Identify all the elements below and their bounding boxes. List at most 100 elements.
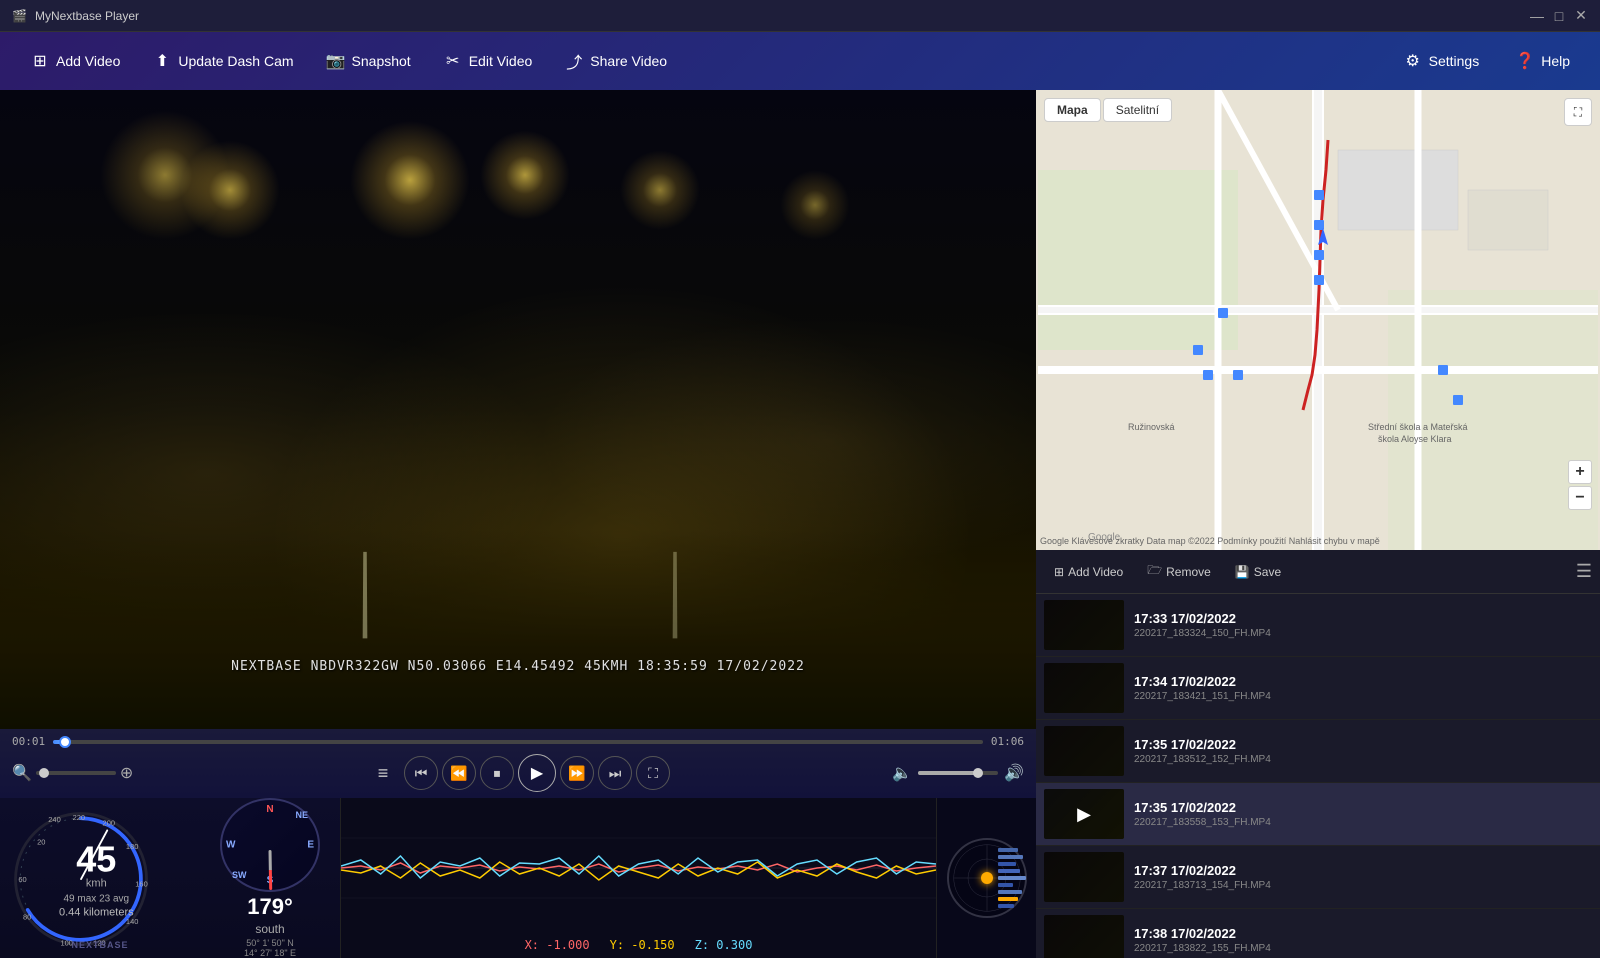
video-area: NEXTBASE NBDVR322GW N50.03066 E14.45492 … [0, 90, 1036, 729]
list-add-video-button[interactable]: ⊞ Add Video [1044, 561, 1133, 583]
video-list: ⊞ Add Video 🗁 Remove 💾 Save ☰ [1036, 550, 1600, 958]
compass-west: W [226, 840, 235, 851]
volume-icon[interactable]: 🔈 [892, 763, 912, 783]
video-thumb-dark-0 [1044, 600, 1124, 650]
main-content: NEXTBASE NBDVR322GW N50.03066 E14.45492 … [0, 90, 1600, 958]
video-info-0: 17:33 17/02/2022 220217_183324_150_FH.MP… [1134, 611, 1592, 639]
video-list-item-3[interactable]: ▶ 17:35 17/02/2022 220217_183558_153_FH.… [1036, 783, 1600, 846]
zoom-slider[interactable] [36, 771, 116, 775]
compass-circle: N S E W NE SW [220, 798, 320, 892]
map-tabs: Mapa Satelitní [1044, 98, 1172, 122]
main-toolbar: ⊞ Add Video ⬆ Update Dash Cam 📷 Snapshot… [0, 32, 1600, 90]
speedometer: 20 60 80 100 120 140 160 180 200 220 240… [0, 798, 200, 958]
play-button[interactable]: ▶ [518, 754, 556, 792]
data-panel: 20 60 80 100 120 140 160 180 200 220 240… [0, 798, 1036, 958]
video-thumb-0 [1044, 600, 1124, 650]
help-icon: ❓ [1515, 51, 1535, 71]
map-zoom-in-button[interactable]: + [1568, 460, 1592, 484]
snapshot-button[interactable]: 📷 Snapshot [312, 45, 425, 77]
list-menu-icon[interactable]: ☰ [1576, 561, 1592, 582]
video-time-3: 17:35 17/02/2022 [1134, 800, 1592, 815]
list-remove-icon: 🗁 [1147, 561, 1162, 582]
skip-to-start-button[interactable]: ⏮ [404, 756, 438, 790]
camera-icon: 📷 [326, 51, 346, 71]
share-video-button[interactable]: ⤴ Share Video [550, 45, 681, 77]
help-button[interactable]: ❓ Help [1501, 45, 1584, 77]
list-remove-button[interactable]: 🗁 Remove [1137, 557, 1221, 586]
video-info-5: 17:38 17/02/2022 220217_183822_155_FH.MP… [1134, 926, 1592, 954]
playback-settings-button[interactable]: ≡ [366, 756, 400, 790]
distance-value: 0.44 kilometers [59, 906, 134, 918]
share-icon: ⤴ [564, 51, 584, 71]
stop-button[interactable]: ⏹ [480, 756, 514, 790]
timeline-bar[interactable] [53, 740, 983, 744]
svg-text:20: 20 [37, 837, 45, 846]
list-save-button[interactable]: 💾 Save [1225, 561, 1291, 583]
volume-high-icon[interactable]: 🔊 [1004, 763, 1024, 783]
compass-east: E [307, 840, 314, 851]
volume-slider[interactable] [918, 771, 998, 775]
compass: N S E W NE SW 179° south 50° 1' 50" N 14… [200, 798, 340, 958]
video-list-item-5[interactable]: 17:38 17/02/2022 220217_183822_155_FH.MP… [1036, 909, 1600, 958]
road-scene [0, 90, 1036, 729]
compass-northeast: NE [295, 810, 308, 820]
settings-icon: ⚙ [1403, 51, 1423, 71]
svg-text:240: 240 [48, 815, 60, 824]
video-list-item-1[interactable]: 17:34 17/02/2022 220217_183421_151_FH.MP… [1036, 657, 1600, 720]
map-svg: Google Ružinovská Střední škola a Mateřs… [1036, 90, 1600, 550]
volume-control: 🔈 🔊 [892, 763, 1024, 783]
video-info-3: 17:35 17/02/2022 220217_183558_153_FH.MP… [1134, 800, 1592, 828]
video-info-4: 17:37 17/02/2022 220217_183713_154_FH.MP… [1134, 863, 1592, 891]
speed-unit: kmh [59, 877, 134, 889]
zoom-in-icon[interactable]: ⊕ [120, 763, 133, 783]
video-items-container: 17:33 17/02/2022 220217_183324_150_FH.MP… [1036, 594, 1600, 958]
speed-stats: 49 max 23 avg [59, 893, 134, 904]
close-button[interactable]: ✕ [1574, 9, 1588, 23]
light-glow-6 [100, 110, 230, 240]
audio-bar-2 [998, 855, 1023, 859]
light-glow-3 [480, 130, 570, 220]
speedometer-canvas: 20 60 80 100 120 140 160 180 200 220 240… [4, 802, 194, 957]
gsensor-dot [981, 872, 993, 884]
compass-heading: 179° [247, 894, 293, 920]
video-filename-3: 220217_183558_153_FH.MP4 [1134, 817, 1592, 828]
audio-bars [998, 838, 1028, 918]
map-zoom-out-button[interactable]: − [1568, 486, 1592, 510]
video-list-item-0[interactable]: 17:33 17/02/2022 220217_183324_150_FH.MP… [1036, 594, 1600, 657]
svg-text:200: 200 [103, 819, 115, 828]
step-forward-button[interactable]: ⏩ [560, 756, 594, 790]
update-dash-cam-button[interactable]: ⬆ Update Dash Cam [138, 45, 307, 77]
list-save-icon: 💾 [1235, 565, 1250, 579]
compass-needle [269, 850, 273, 890]
video-list-item-4[interactable]: 17:37 17/02/2022 220217_183713_154_FH.MP… [1036, 846, 1600, 909]
zoom-control: 🔍 ⊕ [12, 763, 133, 783]
step-back-button[interactable]: ⏪ [442, 756, 476, 790]
video-list-item-2[interactable]: 17:35 17/02/2022 220217_183512_152_FH.MP… [1036, 720, 1600, 783]
map-tab-mapa[interactable]: Mapa [1044, 98, 1101, 122]
map-area: Mapa Satelitní ⛶ [1036, 90, 1600, 550]
audio-bar-4 [998, 869, 1020, 873]
settings-button[interactable]: ⚙ Settings [1389, 45, 1494, 77]
map-expand-button[interactable]: ⛶ [1564, 98, 1592, 126]
compass-coords: 50° 1' 50" N 14° 27' 18" E [244, 938, 296, 958]
edit-video-button[interactable]: ✂ Edit Video [429, 45, 547, 77]
gsensor-display [936, 798, 1036, 958]
minimize-button[interactable]: — [1530, 9, 1544, 23]
add-video-button[interactable]: ⊞ Add Video [16, 45, 134, 77]
graph-coordinates: X: -1.000 Y: -0.150 Z: 0.300 [525, 938, 753, 952]
timeline-thumb[interactable] [59, 736, 71, 748]
app-icon: 🎬 [12, 9, 27, 23]
fullscreen-button[interactable]: ⛶ [636, 756, 670, 790]
skip-to-end-button[interactable]: ⏭ [598, 756, 632, 790]
speed-value: 45 [59, 841, 134, 877]
video-thumb-dark-2 [1044, 726, 1124, 776]
video-filename-0: 220217_183324_150_FH.MP4 [1134, 628, 1592, 639]
video-filename-4: 220217_183713_154_FH.MP4 [1134, 880, 1592, 891]
map-attribution: Google Klávesové zkratky Data map ©2022 … [1040, 536, 1380, 546]
video-thumb-2 [1044, 726, 1124, 776]
video-background: NEXTBASE NBDVR322GW N50.03066 E14.45492 … [0, 90, 1036, 729]
zoom-out-icon[interactable]: 🔍 [12, 763, 32, 783]
maximize-button[interactable]: □ [1552, 9, 1566, 23]
map-tab-satellite[interactable]: Satelitní [1103, 98, 1172, 122]
video-info-1: 17:34 17/02/2022 220217_183421_151_FH.MP… [1134, 674, 1592, 702]
